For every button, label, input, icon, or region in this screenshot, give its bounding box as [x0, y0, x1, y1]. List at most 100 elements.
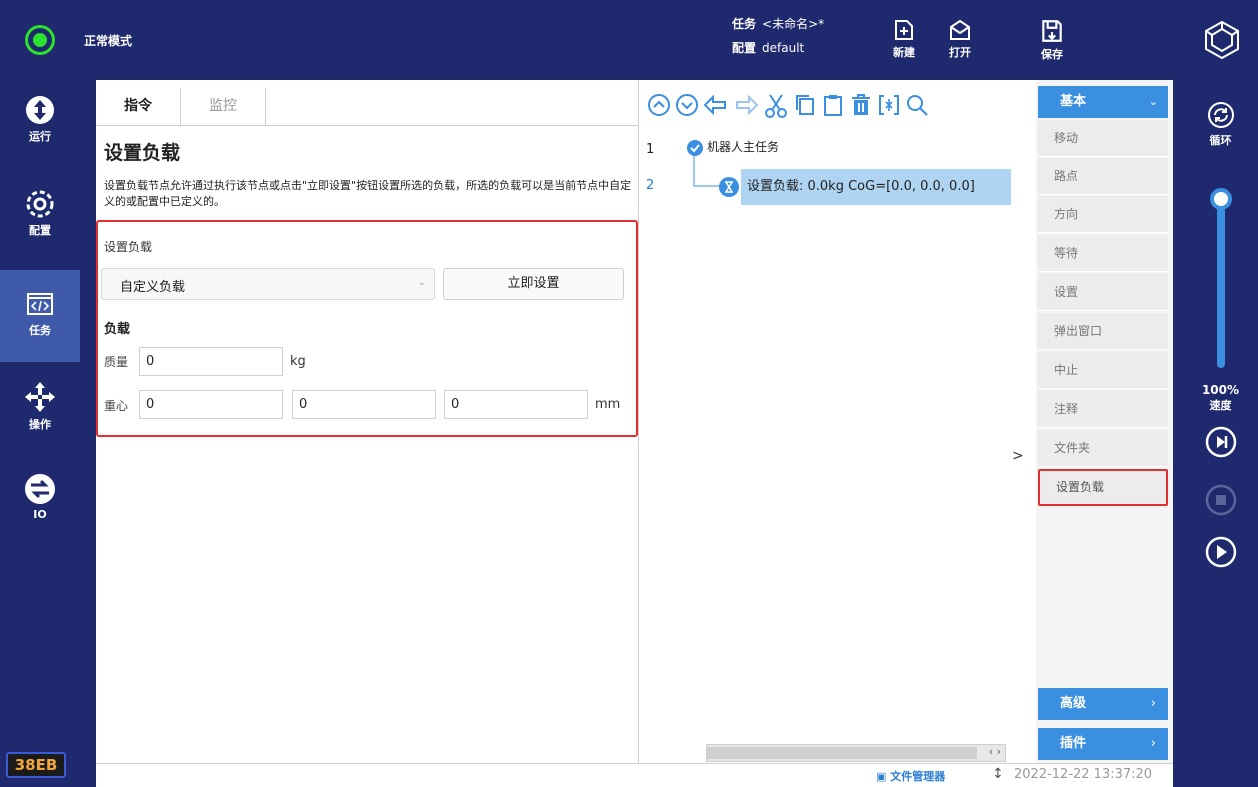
scroll-arrows-icon[interactable]: ‹ › — [989, 745, 1001, 758]
code-icon — [27, 293, 53, 315]
expand-panel-button[interactable]: > — [1012, 448, 1024, 464]
move-up-icon[interactable] — [647, 93, 671, 117]
save-icon — [1042, 20, 1062, 42]
move-arrows-icon — [25, 382, 55, 412]
cmd-wait[interactable]: 等待 — [1038, 235, 1168, 272]
speed-slider-handle[interactable] — [1210, 188, 1232, 210]
line-number: 1 — [646, 142, 655, 157]
page-title: 设置负载 — [104, 142, 181, 164]
tree-node-selected[interactable]: 设置负载: 0.0kg CoG=[0.0, 0.0, 0.0] — [741, 169, 1011, 205]
checkbox-checked-icon[interactable] — [687, 140, 703, 156]
paste-icon[interactable] — [821, 93, 845, 117]
program-toolbar — [641, 88, 1036, 126]
search-icon[interactable] — [905, 93, 929, 117]
new-button[interactable]: 新建 — [884, 18, 924, 60]
category-plugins[interactable]: 插件 › — [1038, 728, 1168, 760]
move-down-icon[interactable] — [675, 93, 699, 117]
status-bar: ▣ 文件管理器 ↕ 2022-12-22 13:37:20 — [96, 763, 1173, 787]
mode-status-icon[interactable] — [25, 25, 55, 55]
main-panel: 指令 监控 设置负载 设置负载节点允许通过执行该节点或点击"立即设置"按钮设置所… — [96, 80, 1173, 787]
cmd-halt[interactable]: 中止 — [1038, 352, 1168, 389]
task-info: 任务 <未命名>* 配置 default — [732, 12, 824, 60]
folder-icon: ▣ — [876, 770, 887, 783]
payload-select[interactable]: 自定义负载 ⌄ — [101, 268, 435, 300]
mode-label: 正常模式 — [84, 34, 133, 48]
pane-tabs: 指令 监控 — [96, 88, 639, 126]
cmd-comment[interactable]: 注释 — [1038, 391, 1168, 428]
file-manager-link[interactable]: ▣ 文件管理器 — [876, 768, 945, 784]
speed-percent: 100% — [1201, 383, 1240, 397]
cog-x-field[interactable]: 0 — [139, 390, 283, 419]
undo-icon[interactable] — [703, 93, 729, 117]
save-button[interactable]: 保存 — [1032, 18, 1072, 62]
step-icon[interactable] — [1205, 426, 1237, 458]
tree-node-root[interactable]: 机器人主任务 — [707, 138, 779, 155]
cmd-direction[interactable]: 方向 — [1038, 196, 1168, 233]
set-now-button[interactable]: 立即设置 — [443, 268, 624, 300]
top-bar: 正常模式 任务 <未命名>* 配置 default 新建 打开 保存 — [0, 0, 1258, 80]
speed-slider-track[interactable] — [1217, 198, 1225, 368]
program-tree: 1 2 机器人主任务 设置负载: 0.0kg CoG=[0.0, 0.0, 0.… — [641, 126, 1036, 763]
gear-icon — [26, 190, 54, 218]
hourglass-icon — [719, 177, 739, 197]
suppress-icon[interactable] — [877, 93, 901, 117]
run-icon — [26, 96, 54, 124]
cmd-popup[interactable]: 弹出窗口 — [1038, 313, 1168, 350]
cog-unit: mm — [595, 397, 621, 412]
command-list: 基本 ⌄ 移动 路点 方向 等待 设置 弹出窗口 中止 注释 文件夹 设置负载 … — [1036, 80, 1173, 763]
redo-icon[interactable] — [733, 93, 759, 117]
status-indicator-icon: ↕ — [992, 766, 1004, 782]
payload-select-value: 自定义负载 — [120, 280, 186, 295]
config-label: 配置 — [732, 41, 757, 55]
line-number: 2 — [646, 178, 655, 193]
node-description: 设置负载节点允许通过执行该节点或点击"立即设置"按钮设置所选的负载，所选的负载可… — [104, 179, 632, 208]
chevron-right-icon: › — [1150, 696, 1156, 711]
datetime: 2022-12-22 13:37:20 — [1014, 767, 1153, 782]
horizontal-scrollbar[interactable]: ‹ › — [706, 744, 1006, 762]
play-icon[interactable] — [1205, 536, 1237, 568]
mass-unit: kg — [290, 354, 306, 369]
copy-icon[interactable] — [793, 93, 817, 117]
tab-instructions[interactable]: 指令 — [96, 88, 181, 126]
speed-label: 速度 — [1209, 399, 1232, 412]
robot-id-badge: 38EB — [6, 752, 66, 778]
speed-panel: 循环 100% 速度 — [1183, 80, 1258, 787]
open-button[interactable]: 打开 — [940, 18, 980, 60]
open-envelope-icon — [950, 19, 970, 40]
left-navigation: 运行 配置 任务 操作 IO — [0, 80, 80, 787]
task-label: 任务 — [732, 17, 757, 31]
load-heading: 负载 — [104, 322, 131, 337]
nav-config[interactable]: 配置 — [0, 188, 80, 280]
config-name: default — [762, 41, 805, 55]
cog-y-field[interactable]: 0 — [292, 390, 436, 419]
cog-z-field[interactable]: 0 — [444, 390, 588, 419]
cmd-set-payload[interactable]: 设置负载 — [1038, 469, 1168, 506]
cog-label: 重心 — [104, 399, 129, 413]
task-name: <未命名>* — [762, 17, 825, 31]
set-load-label: 设置负载 — [104, 240, 153, 254]
delete-icon[interactable] — [849, 93, 873, 117]
scrollbar-thumb[interactable] — [707, 747, 977, 759]
program-node-pane: 指令 监控 设置负载 设置负载节点允许通过执行该节点或点击"立即设置"按钮设置所… — [96, 80, 639, 763]
cmd-folder[interactable]: 文件夹 — [1038, 430, 1168, 467]
nav-run[interactable]: 运行 — [0, 94, 80, 186]
brand-logo-icon — [1203, 20, 1241, 64]
cut-icon[interactable] — [763, 93, 789, 119]
cmd-waypoint[interactable]: 路点 — [1038, 158, 1168, 195]
chevron-down-icon: ⌄ — [1148, 95, 1158, 108]
category-advanced[interactable]: 高级 › — [1038, 688, 1168, 720]
loop-toggle[interactable]: 循环 — [1183, 100, 1258, 148]
tab-monitor[interactable]: 监控 — [181, 88, 266, 126]
chevron-right-icon: › — [1150, 736, 1156, 751]
stop-icon[interactable] — [1205, 484, 1237, 516]
nav-operate[interactable]: 操作 — [0, 380, 80, 472]
nav-io[interactable]: IO — [0, 472, 80, 564]
mass-field[interactable]: 0 — [139, 347, 283, 376]
category-basic[interactable]: 基本 ⌄ — [1038, 86, 1168, 118]
chevron-down-icon: ⌄ — [417, 277, 426, 288]
cmd-set[interactable]: 设置 — [1038, 274, 1168, 311]
cmd-move[interactable]: 移动 — [1038, 120, 1168, 157]
nav-task[interactable]: 任务 — [0, 270, 80, 362]
new-file-icon — [895, 20, 913, 40]
mass-label: 质量 — [104, 355, 129, 369]
